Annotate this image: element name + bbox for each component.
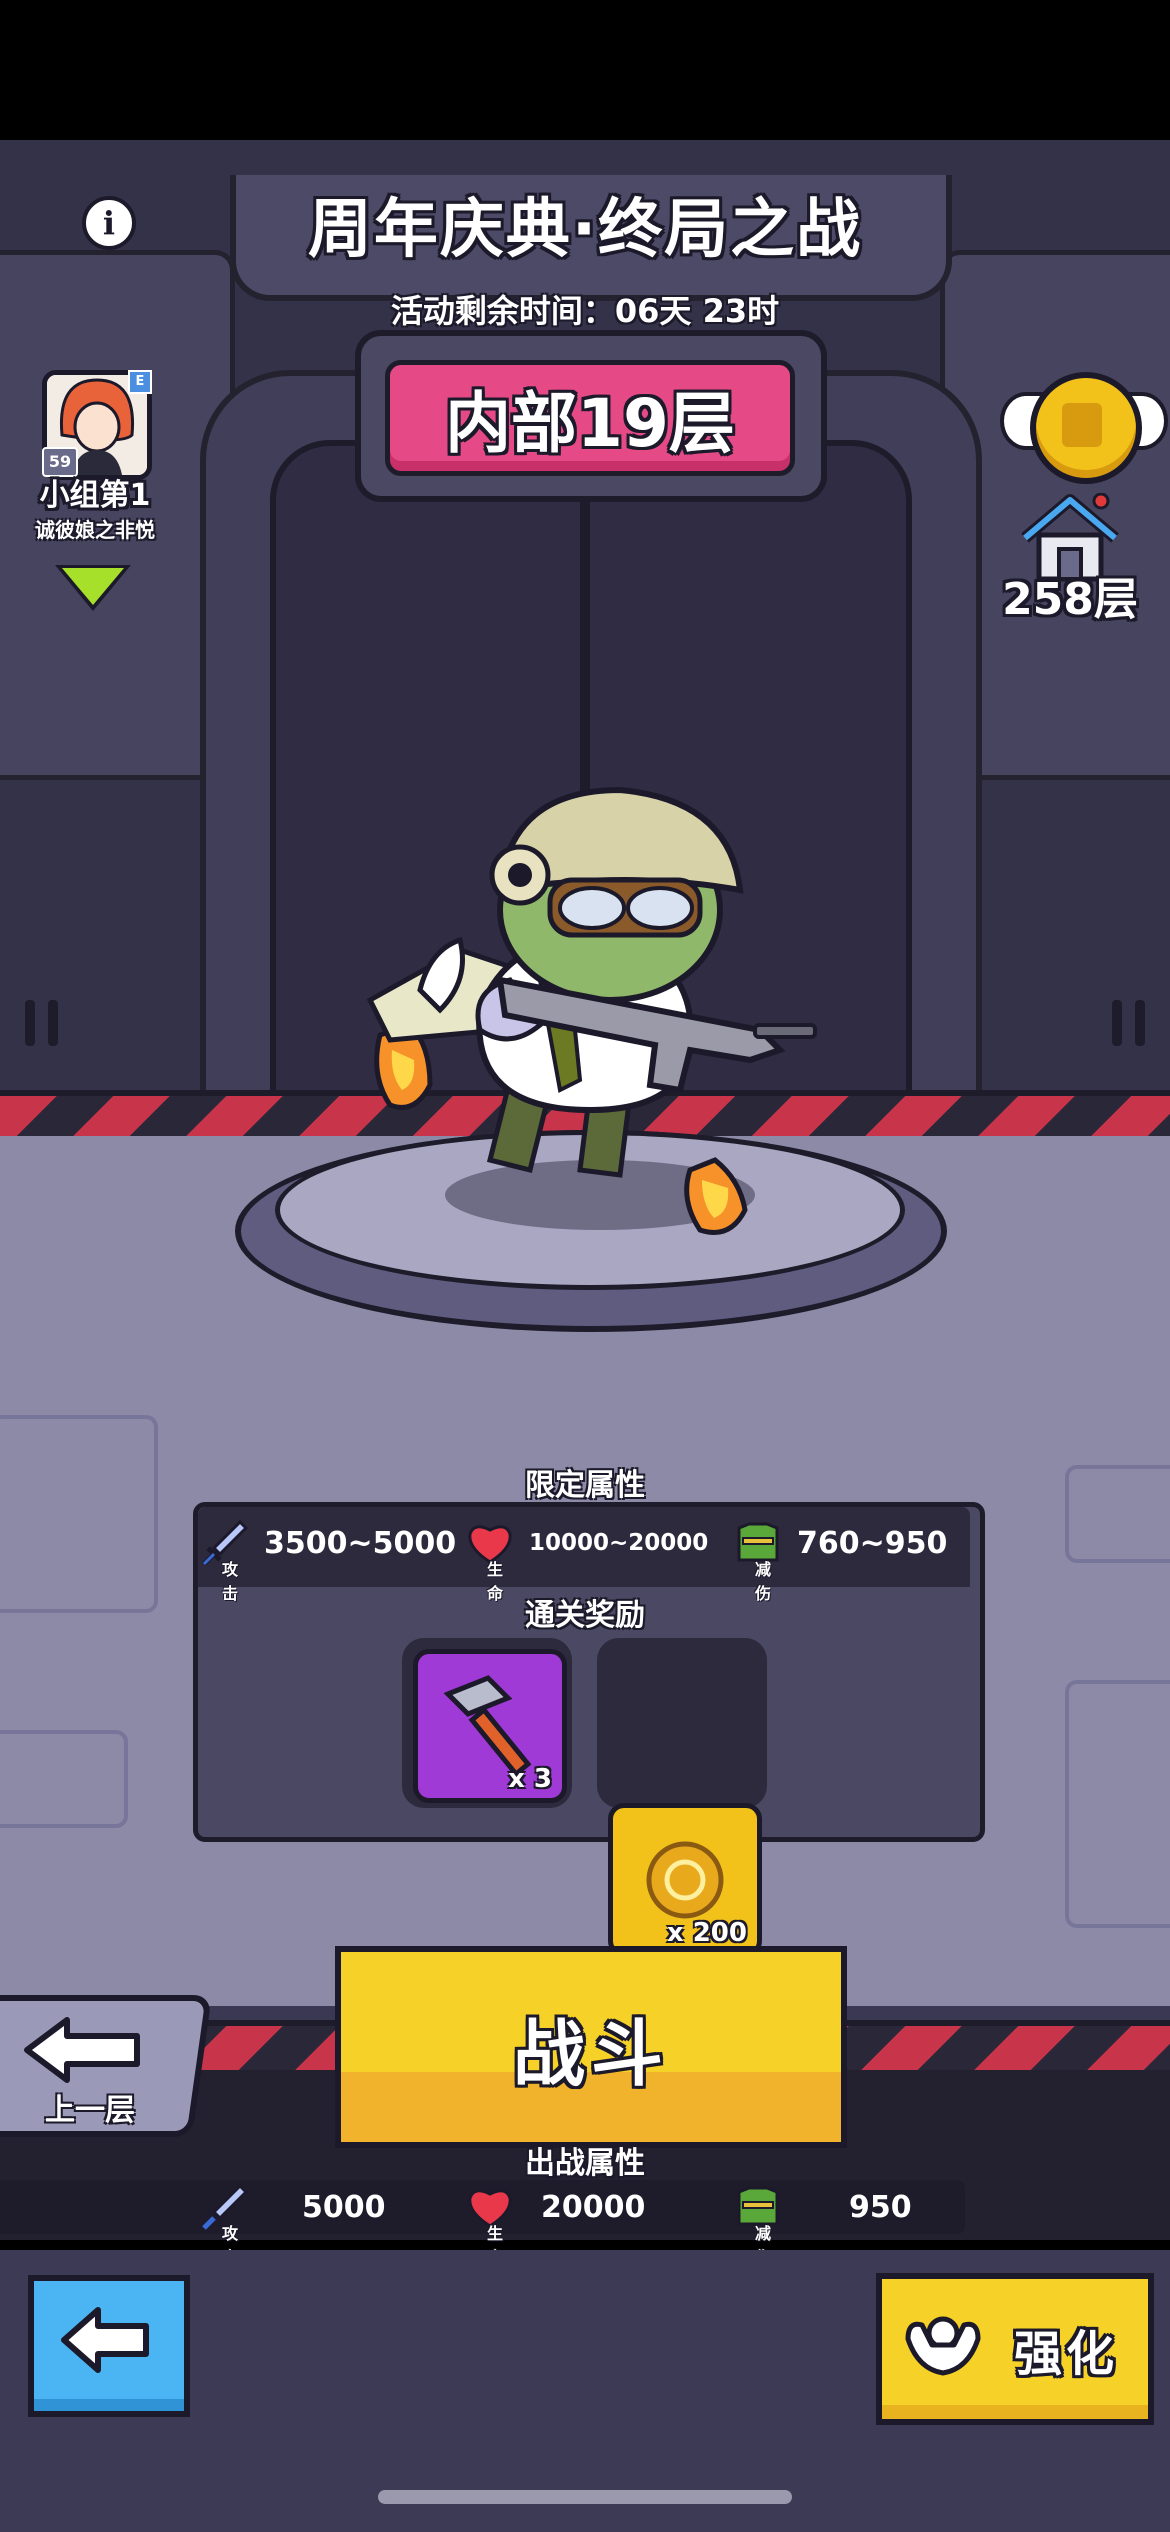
limit-attack-stat: 攻击 3500~5000 (200, 1518, 457, 1603)
soldier-character (366, 786, 817, 1235)
heart-icon: 生命 (465, 2182, 515, 2267)
info-icon[interactable]: i (82, 196, 136, 250)
muscle-icon (905, 2316, 981, 2376)
group-rank-label: 小组第1 (39, 478, 151, 513)
wall-mark (25, 1000, 35, 1046)
floor-tile (1065, 1465, 1170, 1563)
defense-tag: 减伤 (755, 1560, 772, 1603)
reward-item-hammer[interactable]: x 3 (413, 1649, 567, 1803)
limit-attributes-title: 限定属性 (525, 1468, 645, 1503)
battle-defense-value: 950 (849, 2189, 912, 2225)
battle-defense-stat: 减伤 950 (733, 2182, 912, 2267)
sword-icon: 攻击 (200, 2182, 250, 2267)
expand-down-icon-fill (62, 568, 124, 605)
tower-floor-count: 258层 (1002, 574, 1138, 625)
battle-life-value: 20000 (541, 2189, 646, 2225)
wall-mark (48, 1000, 58, 1046)
floor-tile (0, 1415, 158, 1613)
reward-item-gold[interactable]: x 200 (608, 1803, 762, 1957)
wall-mark (1135, 1000, 1145, 1046)
heart-icon: 生命 (465, 1518, 515, 1603)
reward-qty: x 200 (666, 1918, 747, 1948)
coin-symbol (1062, 403, 1102, 447)
fight-label: 战斗 (512, 2011, 669, 2096)
enhance-label: 强化 (1014, 2326, 1119, 2382)
attack-tag: 攻击 (222, 1560, 239, 1603)
timer-value: 06天 23时 (614, 292, 780, 330)
reward-slot (597, 1638, 767, 1808)
limit-defense-stat: 减伤 760~950 (733, 1518, 948, 1603)
battle-life-stat: 生命 20000 (465, 2182, 646, 2267)
current-level-label: 内部19层 (445, 385, 735, 462)
left-arrow-icon (24, 2017, 140, 2083)
limit-life-stat: 生命 10000~20000 (465, 1518, 709, 1603)
floor-tile (1065, 1680, 1170, 1928)
battle-attack-value: 5000 (302, 2189, 386, 2225)
limit-attack-value: 3500~5000 (264, 1525, 457, 1561)
limit-defense-value: 760~950 (797, 1525, 948, 1561)
rewards-title: 通关奖励 (525, 1598, 645, 1633)
armor-icon: 减伤 (733, 2182, 783, 2267)
fight-button[interactable]: 战斗 (335, 1946, 847, 2148)
event-title: 周年庆典·终局之战 (307, 193, 863, 267)
current-level-badge: 内部19层 (385, 360, 795, 476)
reward-qty: x 3 (508, 1764, 552, 1794)
battle-attributes-title: 出战属性 (525, 2146, 645, 2181)
prev-floor-label: 上一层 (45, 2093, 135, 2128)
timer-label: 活动剩余时间： (390, 292, 615, 330)
wall-mark (1112, 1000, 1122, 1046)
event-timer: 活动剩余时间：06天 23时 (330, 286, 840, 332)
battle-attack-stat: 攻击 5000 (200, 2182, 386, 2267)
sword-icon: 攻击 (200, 1518, 250, 1603)
enhance-button[interactable]: 强化 (876, 2273, 1154, 2425)
avatar-tag-badge: E (128, 370, 152, 394)
back-arrow-icon (61, 2307, 149, 2373)
group-name: 诚彼娘之非悦 (35, 518, 155, 542)
floor-tile (0, 1730, 128, 1828)
home-indicator (378, 2490, 792, 2504)
armor-icon: 减伤 (733, 1518, 783, 1603)
limit-life-value: 10000~20000 (529, 1530, 709, 1556)
